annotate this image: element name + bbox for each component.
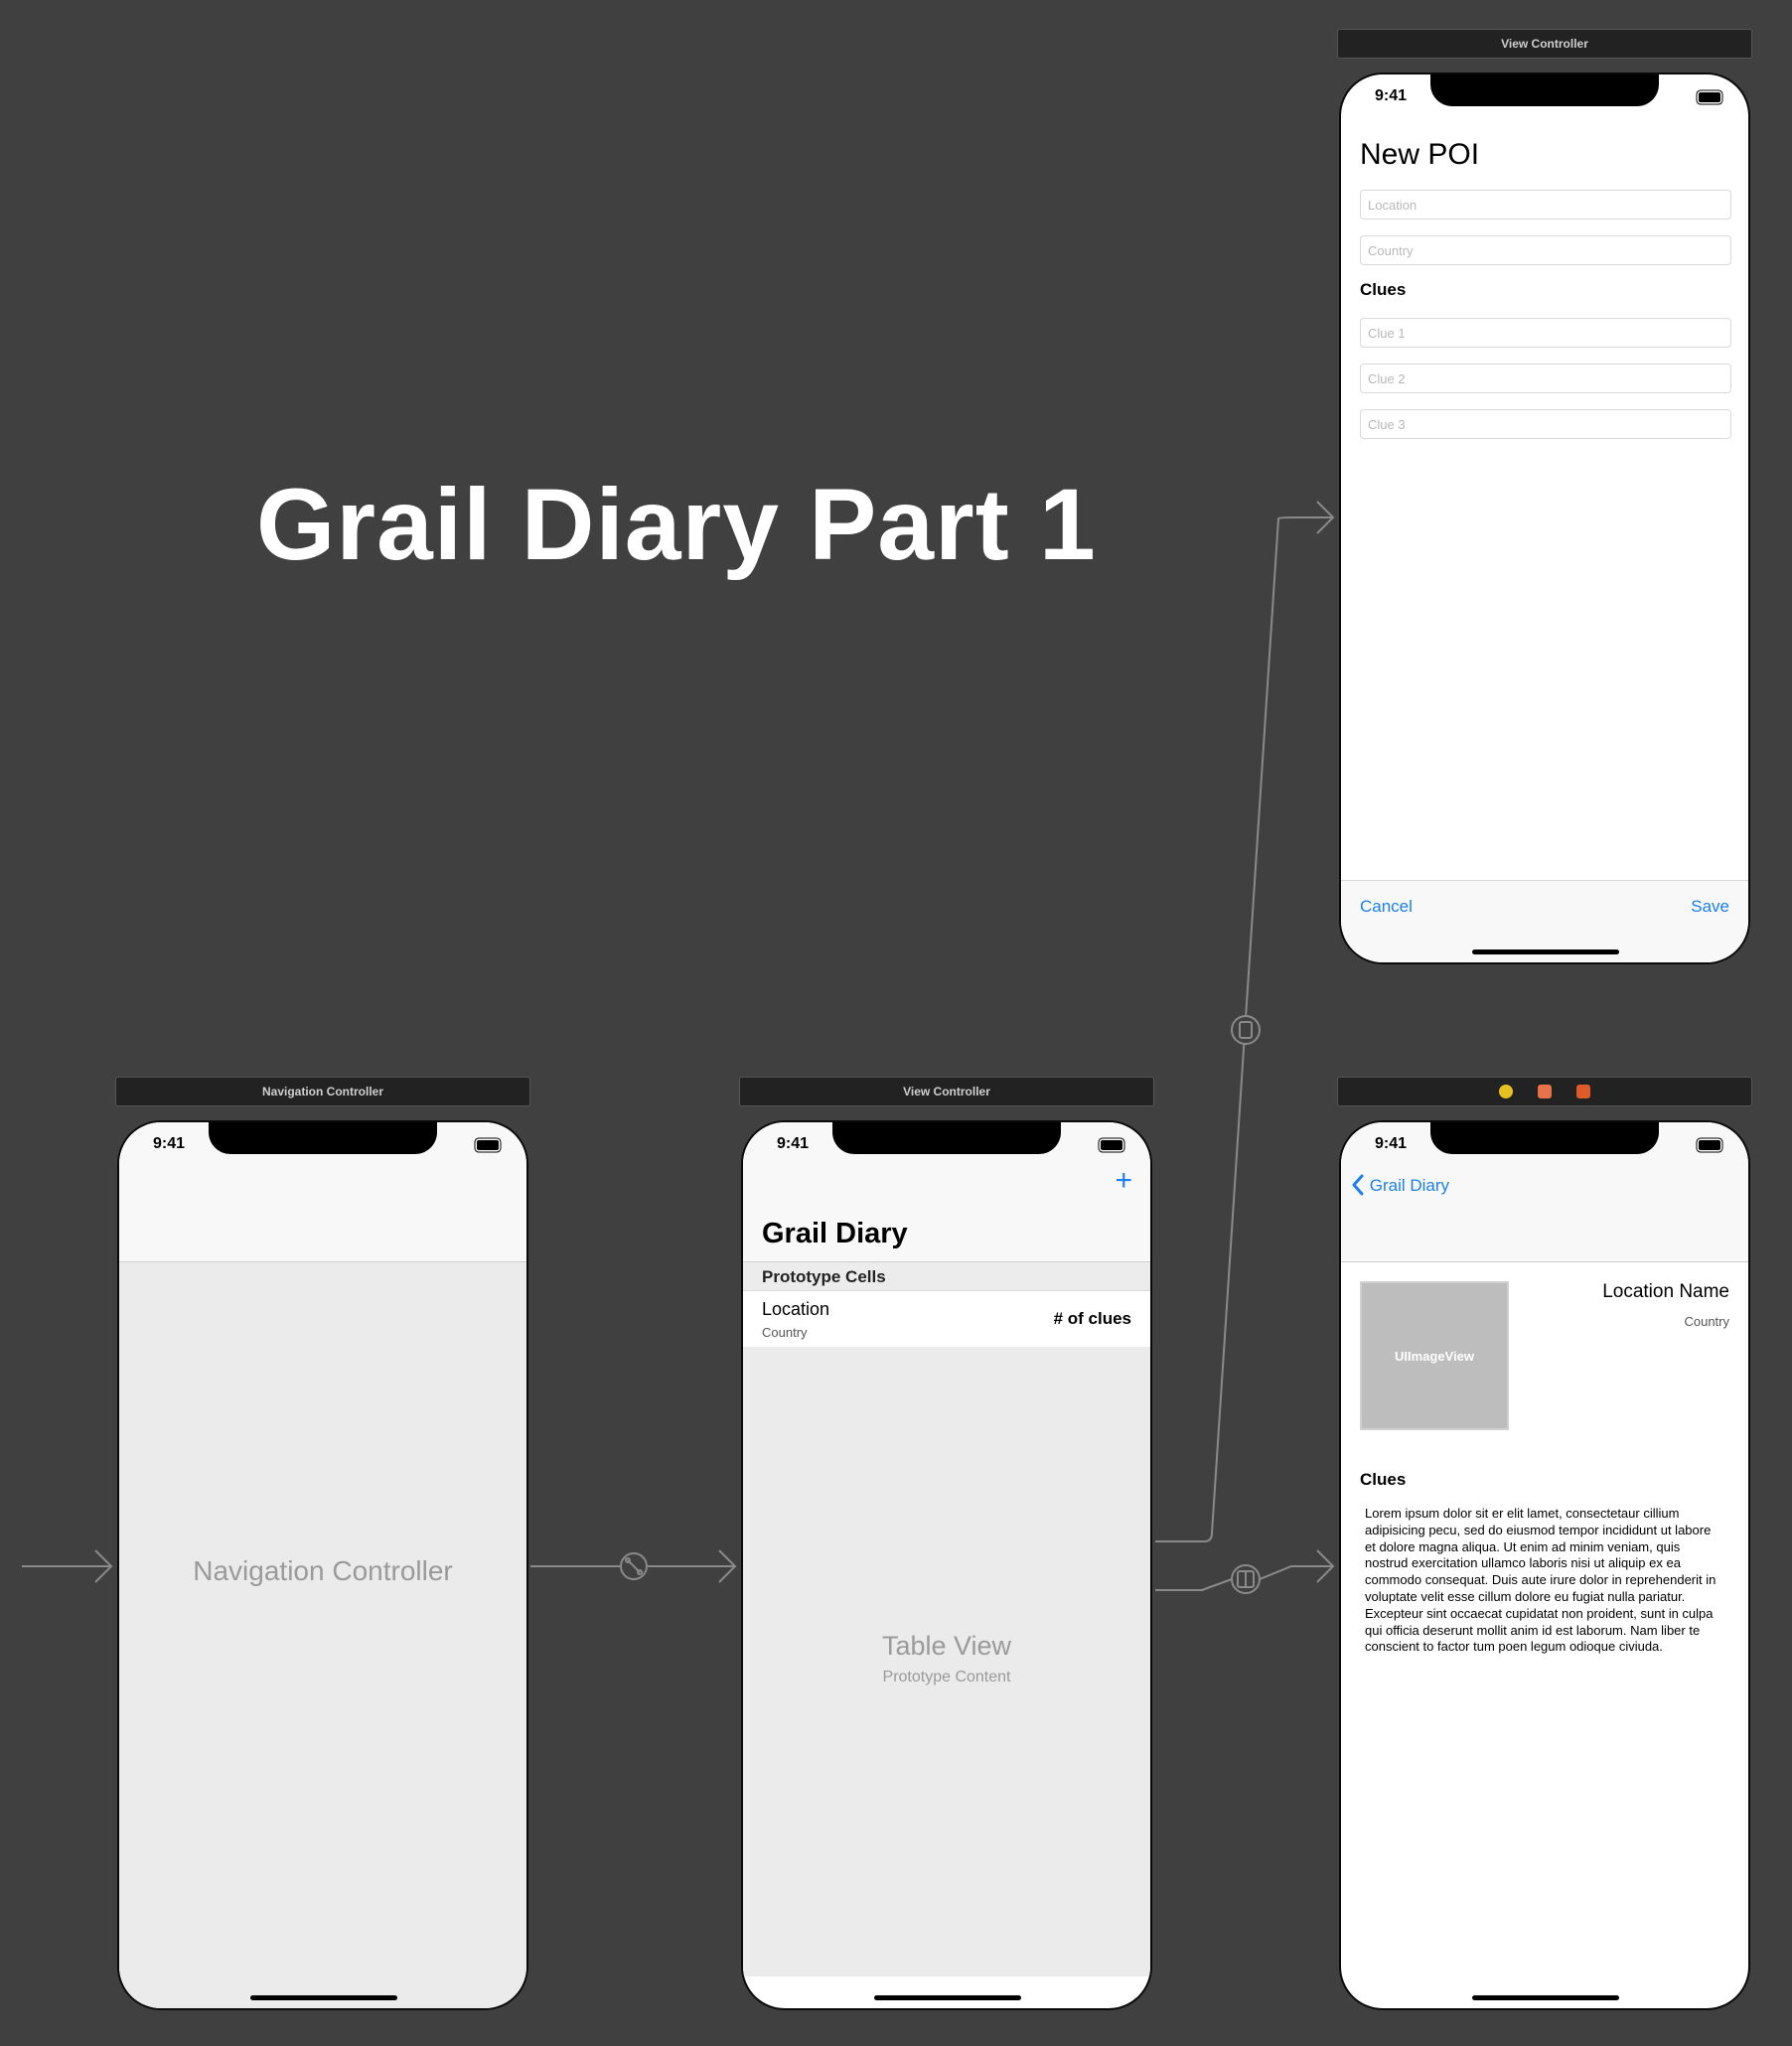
device-notch [1430,74,1659,106]
clues-text-view[interactable]: Lorem ipsum dolor sit er elit lamet, con… [1365,1506,1724,1656]
battery-icon [1699,92,1720,102]
navigation-content [119,1262,526,2008]
device-notch [1430,1122,1659,1154]
image-view-placeholder: UIImageView [1360,1281,1509,1430]
navigation-controller-placeholder: Navigation Controller [193,1555,453,1586]
cell-detail: # of clues [1053,1309,1131,1328]
home-indicator [874,1995,1021,2000]
cell-title: Location [762,1299,830,1319]
present-modally-segue-arrow [1155,501,1335,1542]
large-title: Grail Diary [762,1218,908,1249]
prototype-cell[interactable]: Location Country # of clues [743,1291,1150,1347]
scene-bar-navigation-controller[interactable]: Navigation Controller [115,1077,530,1106]
section-header-label: Prototype Cells [762,1267,886,1286]
status-time: 9:41 [153,1135,186,1152]
home-indicator [250,1995,397,2000]
battery-icon [477,1140,499,1150]
home-indicator [1472,950,1619,954]
chevron-left-icon [1352,1174,1364,1196]
scene-new-poi-view-controller[interactable]: 9:41 New POI Clues Cancel Save [1339,73,1750,964]
battery-icon [1101,1140,1122,1150]
table-view-placeholder: Table View [881,1631,1012,1661]
clues-label: Clues [1360,280,1407,299]
exit-icon[interactable] [1576,1085,1591,1098]
battery-icon [1699,1140,1720,1150]
scene-bar-detail-view-controller[interactable] [1337,1077,1752,1106]
table-view-placeholder-subtitle: Prototype Content [882,1669,1011,1685]
device-notch [832,1122,1061,1154]
section-header: Prototype Cells [743,1262,1150,1291]
country-field[interactable] [1360,235,1731,265]
show-segue-arrow [1155,1549,1335,1594]
relationship-icon [625,1557,643,1575]
status-time: 9:41 [1375,1135,1408,1152]
location-field[interactable] [1360,190,1731,219]
entry-point-arrow [22,1549,113,1583]
image-view-label: UIImageView [1395,1349,1474,1364]
back-button-label: Grail Diary [1369,1176,1450,1195]
clue-2-field[interactable] [1360,364,1731,393]
plus-icon[interactable]: + [1115,1166,1132,1196]
clues-label: Clues [1360,1470,1407,1489]
scene-list-view-controller[interactable]: 9:41 + Grail Diary Prototype Cells Locat… [741,1120,1152,2010]
device-notch [209,1122,437,1154]
cell-subtitle: Country [762,1325,808,1340]
table-view-content: Table View Prototype Content [743,1347,1150,1976]
home-indicator [1472,1995,1619,2000]
new-poi-heading: New POI [1360,138,1480,171]
status-time: 9:41 [777,1135,810,1152]
clue-1-field[interactable] [1360,318,1731,348]
view-controller-icon[interactable] [1538,1085,1552,1098]
save-button[interactable]: Save [1691,897,1729,917]
scene-bar-new-poi-view-controller[interactable]: View Controller [1337,29,1752,59]
country-label: Country [1684,1314,1729,1329]
cancel-button[interactable]: Cancel [1360,897,1413,917]
back-button[interactable]: Grail Diary [1351,1174,1449,1196]
scene-navigation-controller[interactable]: 9:41 Navigation Controller [117,1120,528,2010]
first-responder-icon[interactable] [1498,1085,1513,1098]
scene-detail-view-controller[interactable]: 9:41 Grail Diary UIImageView Location Na… [1339,1120,1750,2010]
status-time: 9:41 [1375,87,1408,104]
location-name-label: Location Name [1602,1281,1729,1302]
clue-3-field[interactable] [1360,409,1731,439]
scene-bar-list-view-controller[interactable]: View Controller [739,1077,1154,1106]
